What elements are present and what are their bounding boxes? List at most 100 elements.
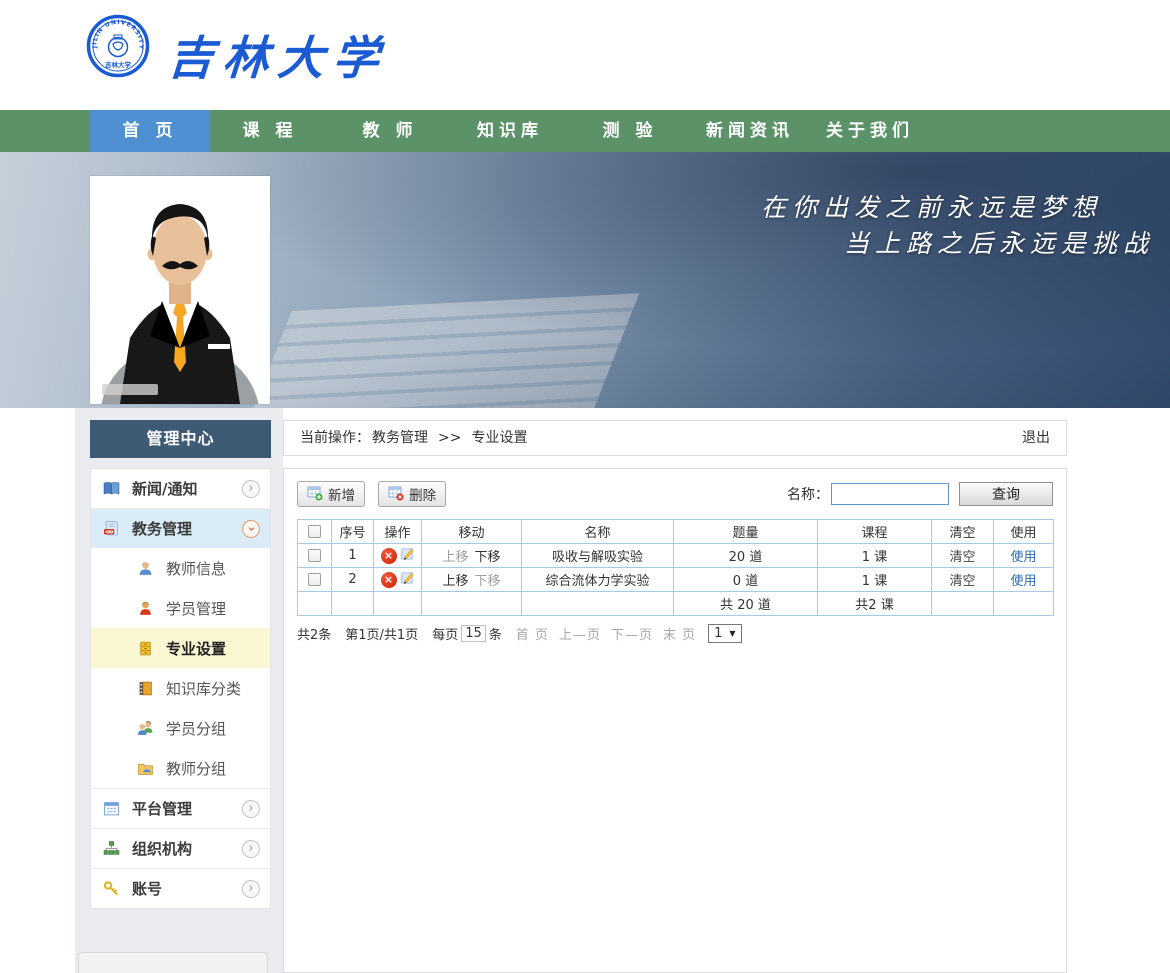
col-header-questions: 题量: [674, 520, 818, 544]
key-icon: [103, 880, 120, 897]
page-select-dropdown[interactable]: 1: [708, 624, 741, 643]
use-link[interactable]: 使用: [1010, 550, 1036, 565]
edit-pencil-icon[interactable]: [400, 546, 415, 565]
sidebar-item-student-admin[interactable]: 学员管理: [91, 588, 270, 628]
avatar-illustration: [90, 176, 270, 404]
major-name: 吸收与解吸实验: [522, 544, 674, 568]
col-header-name: 名称: [522, 520, 674, 544]
banner: 在你出发之前永远是梦想 当上路之后永远是挑战: [0, 152, 1170, 408]
sidebar-title: 管理中心: [90, 420, 271, 458]
row-checkbox[interactable]: [308, 573, 321, 586]
chevron-right-icon[interactable]: [242, 880, 260, 898]
row-checkbox[interactable]: [308, 549, 321, 562]
nav-tab-tests[interactable]: 测 验: [570, 110, 690, 152]
table-header-row: 序号 操作 移动 名称 题量 课程 清空 使用: [298, 520, 1054, 544]
sidebar-item-teacher-info[interactable]: 教师信息: [91, 548, 270, 588]
breadcrumb: 当前操作：教务管理>>专业设置 退出: [283, 420, 1067, 456]
move-down-link[interactable]: 下移: [475, 550, 501, 565]
row-index: 1: [332, 544, 374, 568]
majors-table: 序号 操作 移动 名称 题量 课程 清空 使用 1 上移下移 吸收与解吸实验 2: [297, 519, 1054, 616]
breadcrumb-current: 专业设置: [471, 430, 527, 446]
delete-row-icon[interactable]: [381, 548, 397, 564]
sidebar-item-account[interactable]: 账号: [91, 868, 270, 908]
sidebar-item-academic-admin[interactable]: 教务管理: [91, 508, 270, 548]
logout-link[interactable]: 退出: [1022, 421, 1050, 455]
page-info: 第1页/共1页: [345, 624, 418, 643]
move-up-link[interactable]: 上移: [442, 574, 468, 589]
course-total: 共2 课: [818, 592, 932, 616]
pagination: 共2条 第1页/共1页 每页 15 条 首 页 上—页 下—页 末 页 1: [297, 624, 1053, 643]
questions-total: 共 20 道: [674, 592, 818, 616]
sidebar-item-major-settings[interactable]: 专业设置: [91, 628, 270, 668]
chevron-down-icon[interactable]: [242, 520, 260, 538]
student-person-icon: [137, 600, 154, 617]
calendar-grid-icon: [103, 800, 120, 817]
toolbar: 新增 删除 名称： 查询: [297, 481, 1053, 509]
teacher-person-icon: [137, 560, 154, 577]
sidebar-item-label: 教师信息: [166, 558, 226, 579]
sidebar-item-organization[interactable]: 组织机构: [91, 828, 270, 868]
table-row: 2 上移下移 综合流体力学实验 0 道 1 课 清空 使用: [298, 568, 1054, 592]
add-button-label: 新增: [328, 484, 355, 504]
open-book-icon: [103, 480, 120, 497]
sidebar-item-teacher-groups[interactable]: 教师分组: [91, 748, 270, 788]
notebook-icon: [137, 680, 154, 697]
breadcrumb-section: 教务管理: [372, 430, 428, 446]
nav-tab-courses[interactable]: 课 程: [210, 110, 330, 152]
book-100-icon: [103, 520, 120, 537]
table-add-icon: [307, 485, 323, 504]
main-nav: 首 页 课 程 教 师 知识库 测 验 新闻资讯 关于我们: [0, 110, 1170, 152]
clear-link[interactable]: 清空: [949, 574, 975, 589]
major-name: 综合流体力学实验: [522, 568, 674, 592]
course-count: 1 课: [818, 544, 932, 568]
nav-tab-teachers[interactable]: 教 师: [330, 110, 450, 152]
add-button[interactable]: 新增: [297, 481, 365, 507]
breadcrumb-prefix: 当前操作：: [300, 430, 370, 446]
sidebar-item-label: 知识库分类: [166, 678, 241, 699]
clear-link[interactable]: 清空: [949, 550, 975, 565]
table-delete-icon: [388, 485, 404, 504]
name-filter-label: 名称：: [787, 484, 829, 504]
chevron-right-icon[interactable]: [242, 480, 260, 498]
nav-tab-knowledge-base[interactable]: 知识库: [450, 110, 570, 152]
nav-tab-about[interactable]: 关于我们: [810, 110, 930, 152]
move-down-link: 下移: [475, 574, 501, 589]
per-page-input[interactable]: 15: [461, 625, 486, 642]
col-header-clear: 清空: [932, 520, 994, 544]
search-group: 名称： 查询: [787, 482, 1053, 506]
sidebar-item-label: 专业设置: [166, 638, 226, 659]
banner-slogan: 在你出发之前永远是梦想 当上路之后永远是挑战: [761, 190, 1154, 262]
col-header-move: 移动: [422, 520, 522, 544]
per-page-suffix: 条: [489, 624, 502, 643]
edit-pencil-icon[interactable]: [400, 570, 415, 589]
sidebar-item-student-groups[interactable]: 学员分组: [91, 708, 270, 748]
search-button[interactable]: 查询: [959, 482, 1053, 506]
chevron-right-icon[interactable]: [242, 800, 260, 818]
col-header-index: 序号: [332, 520, 374, 544]
nav-tab-home[interactable]: 首 页: [90, 110, 210, 152]
sidebar-item-label: 学员管理: [166, 598, 226, 619]
col-header-operation: 操作: [374, 520, 422, 544]
university-name: 吉林大学: [166, 22, 391, 88]
sidebar-item-label: 平台管理: [132, 798, 192, 819]
university-seal-logo: JILIN UNIVERSITY·CHINA 吉林大学: [86, 14, 150, 78]
delete-button[interactable]: 删除: [378, 481, 446, 507]
delete-row-icon[interactable]: [381, 572, 397, 588]
question-count: 20 道: [674, 544, 818, 568]
select-all-checkbox[interactable]: [308, 525, 321, 538]
sidebar-item-label: 教务管理: [132, 518, 192, 539]
sidebar-bottom-widget: [78, 952, 268, 973]
sidebar-item-kb-categories[interactable]: 知识库分类: [91, 668, 270, 708]
question-count: 0 道: [674, 568, 818, 592]
sidebar-item-news[interactable]: 新闻/通知: [91, 468, 270, 508]
nav-tab-news[interactable]: 新闻资讯: [690, 110, 810, 152]
total-count: 共2条: [297, 624, 331, 643]
name-search-input[interactable]: [831, 483, 949, 505]
use-link[interactable]: 使用: [1010, 574, 1036, 589]
sidebar-item-platform-admin[interactable]: 平台管理: [91, 788, 270, 828]
chevron-right-icon[interactable]: [242, 840, 260, 858]
table-summary-row: 共 20 道 共2 课: [298, 592, 1054, 616]
cabinet-icon: [137, 640, 154, 657]
sidebar-item-label: 组织机构: [132, 838, 192, 859]
col-header-use: 使用: [994, 520, 1054, 544]
